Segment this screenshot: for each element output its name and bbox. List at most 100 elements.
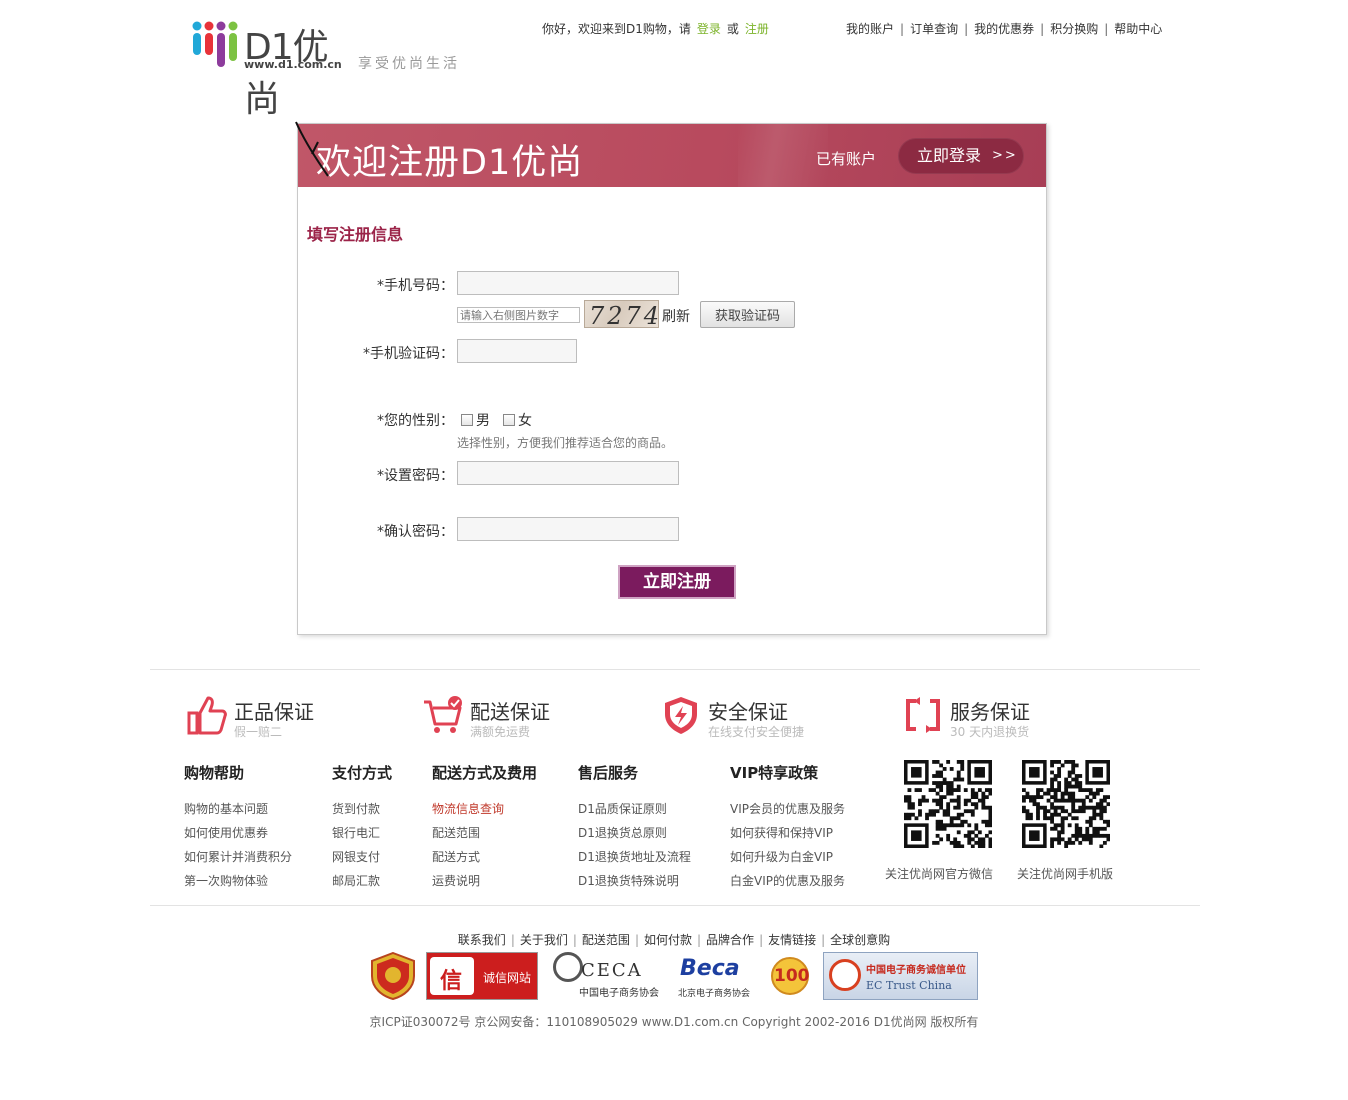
police-badge-icon[interactable]	[370, 952, 416, 1000]
nav-points-exchange[interactable]: 积分换购	[1050, 22, 1098, 36]
footer-link[interactable]: 如何升级为白金VIP	[730, 845, 845, 869]
link-divider: |	[634, 933, 639, 947]
top-nav: 我的账户 | 订单查询 | 我的优惠券 | 积分换购 | 帮助中心	[846, 20, 1162, 37]
footer-link-logistics[interactable]: 物流信息查询	[432, 797, 537, 821]
guarantee-title: 配送保证	[470, 700, 550, 724]
captcha-text: 7274	[589, 302, 659, 328]
captcha-input[interactable]	[457, 307, 580, 323]
login-link[interactable]: 登录	[697, 22, 721, 36]
bottom-link-about[interactable]: 关于我们	[520, 933, 568, 947]
nav-help-center[interactable]: 帮助中心	[1114, 22, 1162, 36]
login-now-button[interactable]: 立即登录 >>	[898, 138, 1024, 174]
confirm-password-input[interactable]	[457, 517, 679, 541]
return-arrows-icon	[906, 697, 940, 733]
footer-link[interactable]: 购物的基本问题	[184, 797, 292, 821]
register-submit-button[interactable]: 立即注册	[618, 565, 736, 599]
footer-col-title: 售后服务	[578, 764, 639, 782]
bottom-link-contact[interactable]: 联系我们	[458, 933, 506, 947]
bottom-links: 联系我们 | 关于我们 | 配送范围 | 如何付款 | 品牌合作 | 友情链接 | 全球创意购	[0, 931, 1348, 948]
bottom-link-how-to-pay[interactable]: 如何付款	[644, 933, 692, 947]
footer-link[interactable]: D1品质保证原则	[578, 797, 691, 821]
confirm-password-label: *确认密码：	[377, 524, 454, 540]
footer-link[interactable]: 邮局汇款	[332, 869, 392, 893]
female-checkbox[interactable]	[503, 414, 515, 426]
trust-site-text: 诚信网站	[483, 971, 532, 985]
footer-link[interactable]: 第一次购物体验	[184, 869, 292, 893]
captcha-image[interactable]: 7274	[584, 300, 659, 328]
welcome-bar: 你好，欢迎来到D1购物，请 登录或注册	[542, 20, 775, 37]
sms-code-label: *手机验证码：	[363, 346, 454, 362]
nav-divider: |	[964, 22, 969, 36]
double-arrow-icon: >>	[992, 148, 1018, 163]
pen-stroke-mark	[295, 121, 329, 177]
footer-link[interactable]: 银行电汇	[332, 821, 392, 845]
nav-my-account[interactable]: 我的账户	[846, 22, 894, 36]
bottom-link-delivery-range[interactable]: 配送范围	[582, 933, 630, 947]
mobile-qr-caption: 关注优尚网手机版	[1017, 867, 1114, 881]
bottom-link-brand-coop[interactable]: 品牌合作	[706, 933, 754, 947]
thumbs-up-icon	[187, 696, 227, 735]
sms-code-input[interactable]	[457, 339, 577, 363]
trust-site-logo-char: 信	[440, 969, 463, 994]
refresh-captcha-link[interactable]: 刷新	[662, 306, 690, 326]
footer-link[interactable]: 如何获得和保持VIP	[730, 821, 845, 845]
mobile-qr-code	[1022, 760, 1110, 848]
footer-link[interactable]: 如何累计并消费积分	[184, 845, 292, 869]
footer-link[interactable]: 配送范围	[432, 821, 537, 845]
link-divider: |	[759, 933, 764, 947]
footer-link[interactable]: VIP会员的优惠及服务	[730, 797, 845, 821]
welcome-text: 你好，欢迎来到D1购物，请	[542, 22, 691, 36]
footer-link[interactable]: D1退换货地址及流程	[578, 845, 691, 869]
male-label: 男	[476, 413, 490, 429]
footer-link[interactable]: 如何使用优惠券	[184, 821, 292, 845]
footer-col-shopping-help: 购物帮助 购物的基本问题 如何使用优惠券 如何累计并消费积分 第一次购物体验	[184, 762, 292, 893]
nav-my-coupons[interactable]: 我的优惠券	[974, 22, 1034, 36]
gender-label: *您的性别：	[377, 413, 454, 429]
ec-trust-cn: 中国电子商务诚信单位	[866, 965, 966, 976]
nav-order-query[interactable]: 订单查询	[910, 22, 958, 36]
ec-trust-badge[interactable]: 中国电子商务诚信单位 EC Trust China	[823, 952, 978, 1000]
phone-input[interactable]	[457, 271, 679, 295]
ec-trust-en: EC Trust China	[866, 979, 952, 992]
bottom-link-friend-links[interactable]: 友情链接	[768, 933, 816, 947]
male-checkbox[interactable]	[461, 414, 473, 426]
site-logo[interactable]: D1优尚 www.d1.com.cn	[190, 18, 350, 120]
ec-trust-logo-icon	[829, 959, 861, 991]
beca-badge[interactable]: Beca 北京电子商务协会	[676, 952, 758, 1000]
register-banner: 欢迎注册D1优尚 已有账户 立即登录 >>	[298, 124, 1046, 187]
bottom-link-global[interactable]: 全球创意购	[830, 933, 890, 947]
female-label: 女	[518, 413, 532, 429]
footer-col-payment: 支付方式 货到付款 银行电汇 网银支付 邮局汇款	[332, 762, 392, 893]
top100-badge[interactable]: 100	[768, 952, 812, 1000]
footer-link[interactable]: 白金VIP的优惠及服务	[730, 869, 845, 893]
nav-divider: |	[1104, 22, 1109, 36]
or-text: 或	[726, 22, 739, 36]
ceca-subtext: 中国电子商务协会	[579, 988, 659, 999]
footer-col-title: 支付方式	[332, 764, 393, 782]
password-input[interactable]	[457, 461, 679, 485]
link-divider: |	[821, 933, 826, 947]
login-now-label: 立即登录	[917, 146, 982, 165]
guarantee-title: 服务保证	[950, 700, 1030, 724]
register-link[interactable]: 注册	[745, 22, 769, 36]
guarantee-title: 安全保证	[708, 700, 788, 724]
ceca-logo-icon	[553, 952, 583, 982]
section-title: 填写注册信息	[307, 225, 404, 244]
footer-link[interactable]: 配送方式	[432, 845, 537, 869]
trust-site-badge[interactable]: 信 诚信网站	[426, 952, 538, 1000]
link-divider: |	[510, 933, 515, 947]
footer-link[interactable]: 网银支付	[332, 845, 392, 869]
guarantee-title: 正品保证	[234, 700, 314, 724]
footer-link[interactable]: 运费说明	[432, 869, 537, 893]
footer-link[interactable]: 货到付款	[332, 797, 392, 821]
phone-label: *手机号码：	[377, 278, 454, 294]
top100-text: 100	[774, 966, 810, 986]
slogan: 享受优尚生活	[358, 56, 460, 72]
ceca-badge[interactable]: CECA 中国电子商务协会	[551, 952, 671, 1000]
footer-col-after-sales: 售后服务 D1品质保证原则 D1退换货总原则 D1退换货地址及流程 D1退换货特…	[578, 762, 691, 893]
banner-title: 欢迎注册D1优尚	[316, 143, 584, 183]
gender-hint: 选择性别，方便我们推荐适合您的商品。	[457, 436, 674, 450]
get-code-button[interactable]: 获取验证码	[700, 301, 795, 328]
footer-link[interactable]: D1退换货总原则	[578, 821, 691, 845]
footer-link[interactable]: D1退换货特殊说明	[578, 869, 691, 893]
